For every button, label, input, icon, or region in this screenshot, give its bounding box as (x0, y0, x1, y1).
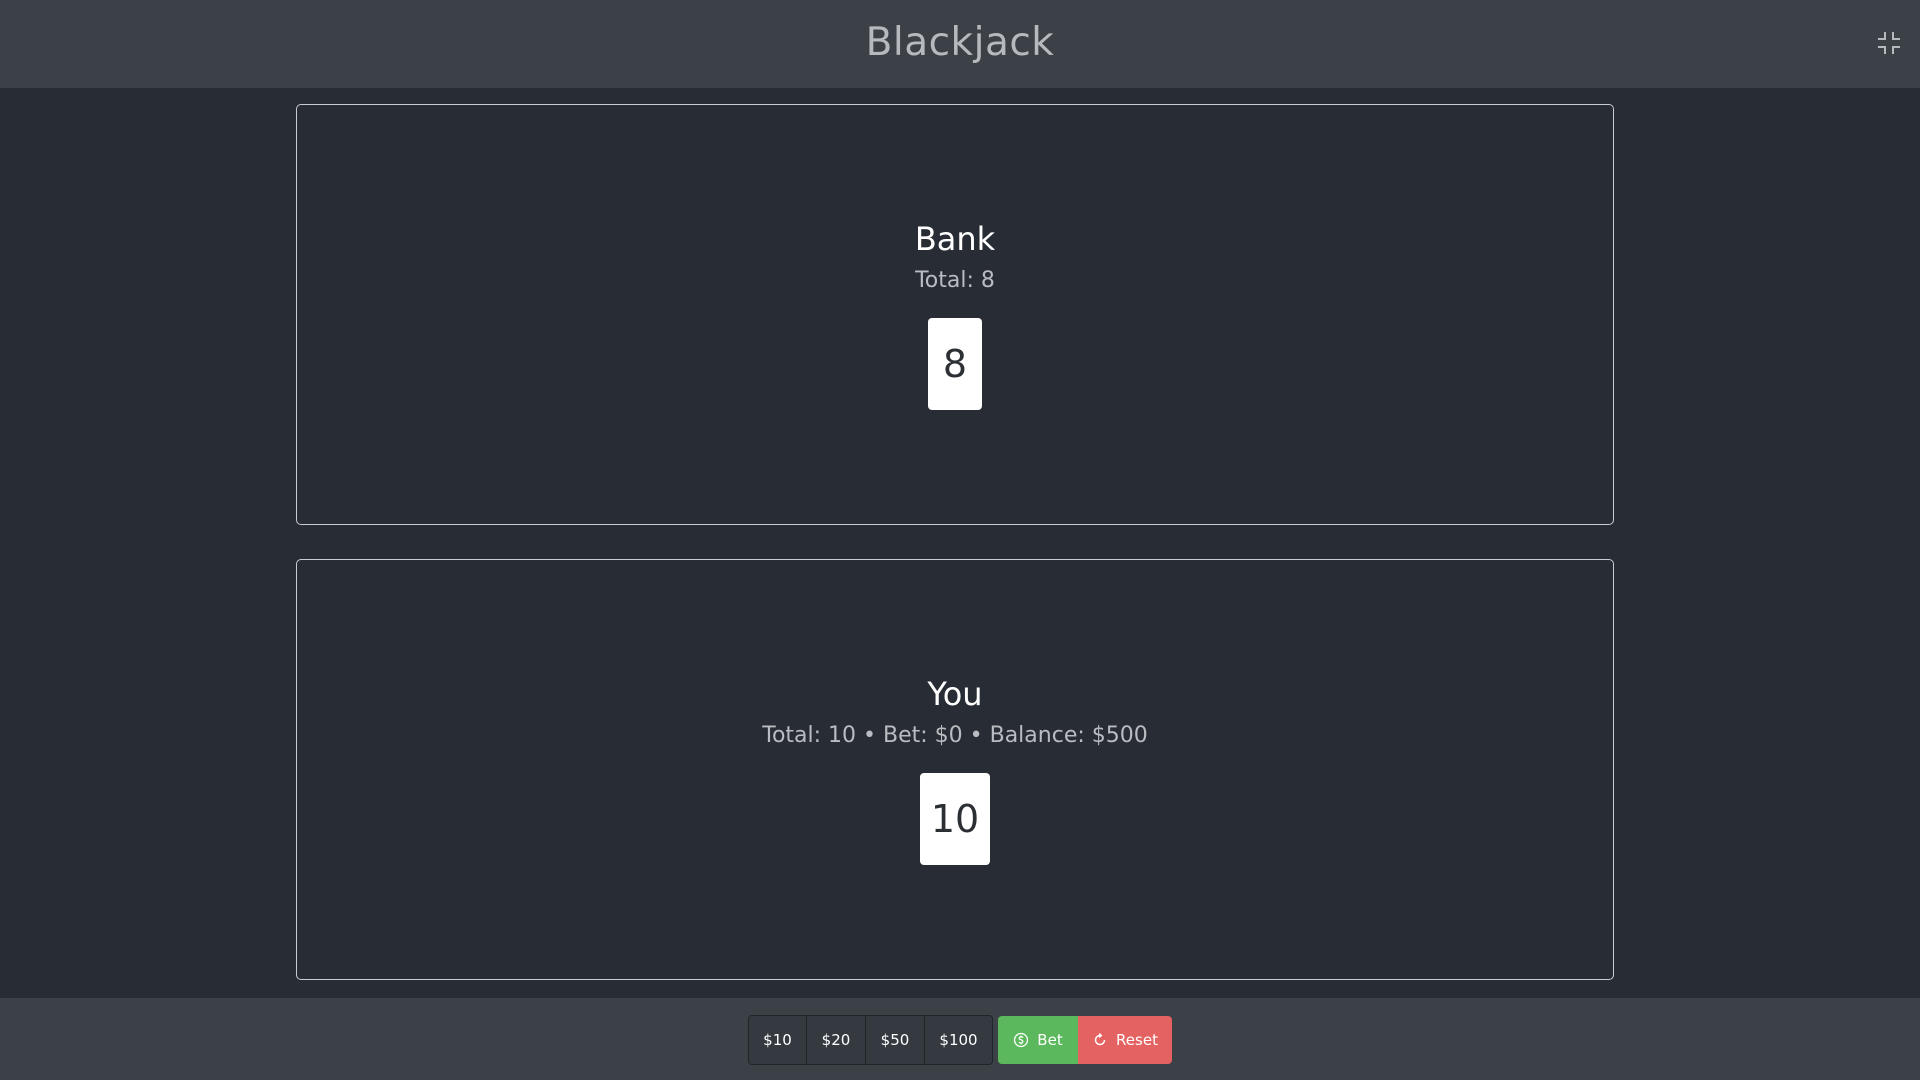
bank-cards: 8 (928, 317, 982, 410)
action-button-group: Bet Reset (998, 1016, 1172, 1064)
bank-total: Total: 8 (915, 267, 995, 293)
chip-100-button[interactable]: $100 (925, 1016, 992, 1064)
dollar-coin-icon (1013, 1032, 1029, 1048)
chip-10-button[interactable]: $10 (749, 1016, 807, 1064)
player-name: You (927, 674, 983, 713)
player-panel: You Total: 10 • Bet: $0 • Balance: $500 … (296, 559, 1614, 980)
chip-50-button[interactable]: $50 (866, 1016, 925, 1064)
chip-20-button[interactable]: $20 (807, 1016, 866, 1064)
player-card: 10 (919, 772, 991, 865)
page-title: Blackjack (865, 19, 1055, 65)
refresh-icon (1092, 1032, 1108, 1048)
bank-name: Bank (914, 219, 996, 258)
player-stats: Total: 10 • Bet: $0 • Balance: $500 (762, 722, 1148, 748)
chip-button-group: $10 $20 $50 $100 (748, 1015, 993, 1065)
reset-label: Reset (1116, 1031, 1158, 1049)
reset-button[interactable]: Reset (1078, 1016, 1172, 1064)
exit-fullscreen-button[interactable] (1875, 29, 1903, 57)
exit-fullscreen-icon (1875, 29, 1903, 57)
bank-panel: Bank Total: 8 8 (296, 104, 1614, 525)
bet-button[interactable]: Bet (998, 1016, 1078, 1064)
player-cards: 10 (919, 772, 991, 865)
bet-label: Bet (1037, 1031, 1063, 1049)
top-bar: Blackjack (0, 0, 1920, 88)
bank-card: 8 (928, 317, 982, 410)
controls: $10 $20 $50 $100 Bet Reset (748, 1015, 1172, 1065)
